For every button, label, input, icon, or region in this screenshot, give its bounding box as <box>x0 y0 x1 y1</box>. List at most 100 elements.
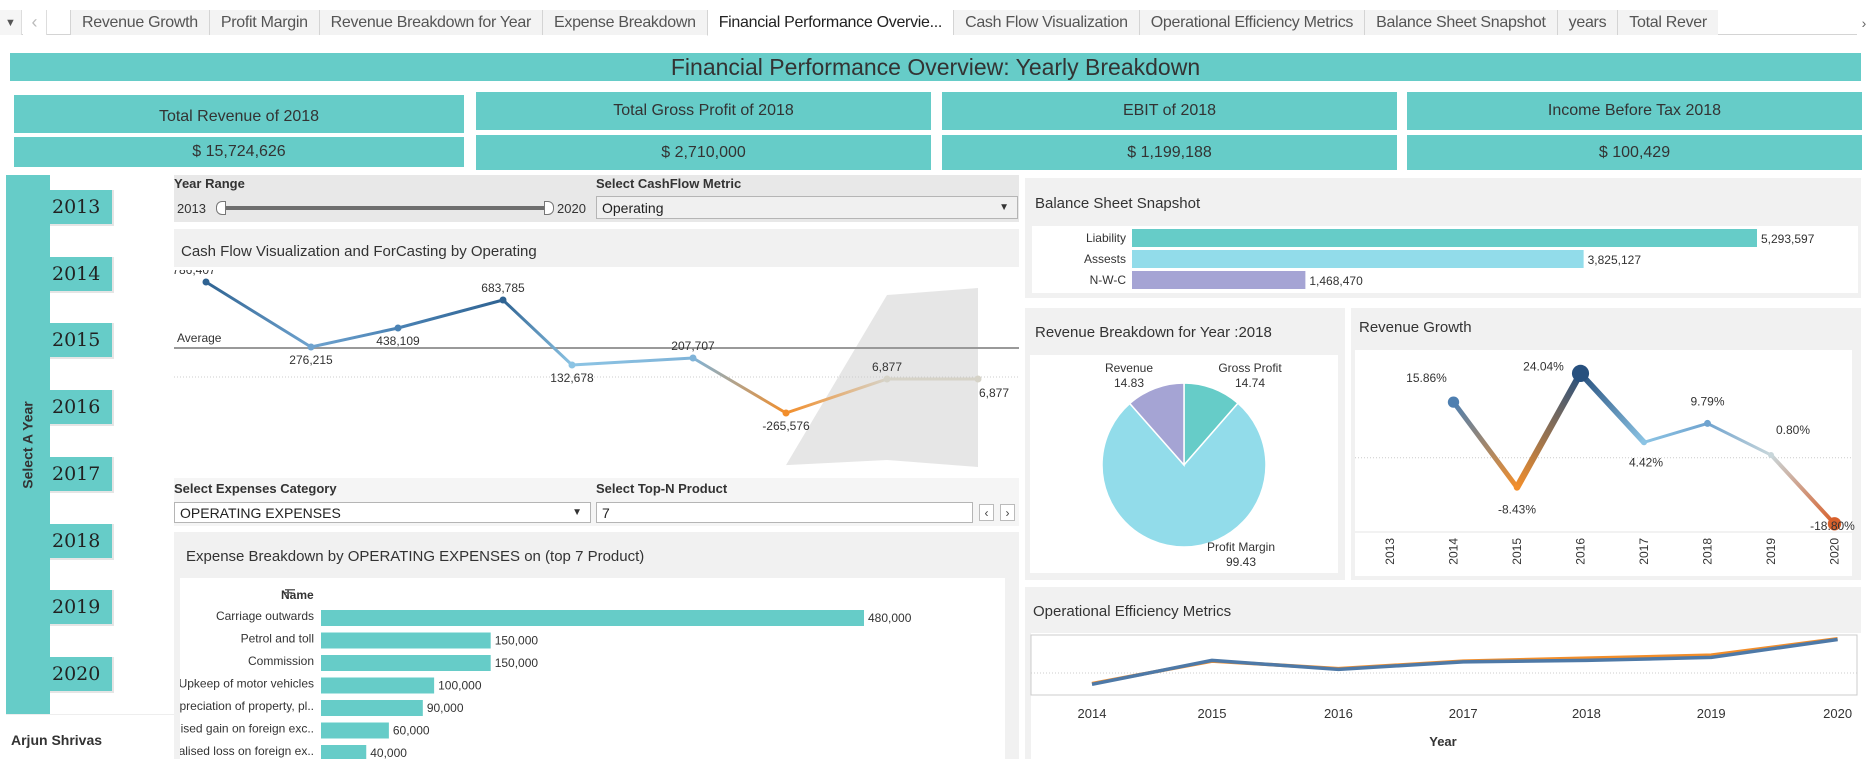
expense-value-label: 100,000 <box>438 679 482 693</box>
cashflow-data-label: 6,877 <box>979 386 1009 400</box>
triangle-down-icon: ▼ <box>5 16 16 29</box>
revenue-growth-title: Revenue Growth <box>1359 319 1472 336</box>
divider <box>6 714 174 715</box>
pie-label-name: Revenue <box>1105 361 1153 375</box>
chevron-left-icon: ‹ <box>984 505 989 520</box>
expense-bar <box>321 722 389 739</box>
balance-category-label: Assests <box>1084 252 1126 266</box>
cashflow-data-label: 132,678 <box>550 371 594 385</box>
tab-balance-sheet-snapshot[interactable]: Balance Sheet Snapshot <box>1364 10 1557 35</box>
expense-chart-title: Expense Breakdown by OPERATING EXPENSES … <box>186 548 645 565</box>
expense-category-label: Petrol and toll <box>241 632 314 646</box>
sort-icon <box>285 592 292 594</box>
tab-years[interactable]: years <box>1556 10 1618 35</box>
cashflow-point <box>202 278 210 286</box>
pie-label-name: Gross Profit <box>1218 361 1282 375</box>
expenses-category-label: Select Expenses Category <box>174 481 337 496</box>
cashflow-metric-label: Select CashFlow Metric <box>596 176 742 191</box>
year-button-2016[interactable]: 2016 <box>50 390 114 426</box>
year-range-min: 2013 <box>177 201 206 216</box>
expenses-category-dropdown[interactable]: OPERATING EXPENSES ▼ <box>174 502 591 523</box>
tab-operational-efficiency-metrics[interactable]: Operational Efficiency Metrics <box>1138 10 1365 35</box>
expense-bar <box>321 677 435 694</box>
year-button-2017[interactable]: 2017 <box>50 457 114 493</box>
top-n-increment-button[interactable]: › <box>1000 504 1015 521</box>
balance-value-label: 1,468,470 <box>1309 274 1363 288</box>
balance-value-label: 5,293,597 <box>1761 232 1815 246</box>
pie-label-value: 14.83 <box>1114 376 1144 390</box>
balance-bar <box>1132 250 1584 268</box>
growth-point <box>1571 364 1590 382</box>
expense-value-label: 60,000 <box>393 724 430 738</box>
expense-value-label: 150,000 <box>495 656 539 670</box>
tab-revenue-growth[interactable]: Revenue Growth <box>70 10 209 35</box>
year-button-2020[interactable]: 2020 <box>50 657 114 693</box>
opex-x-tick: 2017 <box>1449 706 1478 721</box>
growth-data-label: 9.79% <box>1690 394 1724 408</box>
year-button-2013[interactable]: 2013 <box>50 190 114 226</box>
tab-expense-breakdown[interactable]: Expense Breakdown <box>542 10 707 35</box>
growth-point <box>1704 419 1711 427</box>
tabs-prev-button[interactable]: ‹ <box>23 10 47 35</box>
growth-data-label: -18.80% <box>1810 519 1855 533</box>
cashflow-chart-title: Cash Flow Visualization and ForCasting b… <box>181 243 537 260</box>
pie-label-value: 14.74 <box>1235 376 1265 390</box>
cashflow-point <box>974 375 982 383</box>
cashflow-data-label: 207,707 <box>671 339 715 353</box>
year-button-2014[interactable]: 2014 <box>50 257 114 293</box>
expense-category-label: Upkeep of motor vehicles <box>180 677 314 691</box>
year-range-max: 2020 <box>557 201 586 216</box>
kpi-ebit-value: $ 1,199,188 <box>942 135 1397 170</box>
balance-bar <box>1132 229 1757 247</box>
expense-category-label: Realised gain on foreign exc.. <box>180 722 314 736</box>
year-range-slider[interactable] <box>222 206 550 210</box>
expense-bar <box>321 655 491 671</box>
tabs-menu-button[interactable]: ▼ <box>0 10 22 35</box>
tab-financial-performance-overvie[interactable]: Financial Performance Overvie... <box>706 10 954 36</box>
tab-total-rever[interactable]: Total Rever <box>1617 10 1718 35</box>
year-range-max-handle[interactable] <box>544 201 554 215</box>
tab-cash-flow-visualization[interactable]: Cash Flow Visualization <box>953 10 1139 35</box>
revenue-breakdown-title: Revenue Breakdown for Year :2018 <box>1035 324 1272 341</box>
opex-x-tick: 2019 <box>1697 706 1726 721</box>
cashflow-data-label: 276,215 <box>289 353 333 367</box>
cashflow-metric-value: Operating <box>602 199 664 216</box>
kpi-income-before-tax-value: $ 100,429 <box>1407 135 1862 170</box>
top-n-input[interactable]: 7 <box>596 502 973 523</box>
year-button-2015[interactable]: 2015 <box>50 323 114 359</box>
growth-x-tick: 2020 <box>1828 538 1842 565</box>
balance-chart-title: Balance Sheet Snapshot <box>1035 195 1201 212</box>
year-range-min-handle[interactable] <box>216 201 226 215</box>
growth-x-tick: 2015 <box>1510 538 1524 565</box>
growth-data-label: 15.86% <box>1406 371 1447 385</box>
year-button-2018[interactable]: 2018 <box>50 524 114 560</box>
year-selector-text: Select A Year <box>20 400 36 489</box>
expense-category-label: Depreciation of property, pl.. <box>180 699 314 713</box>
kpi-gross-profit-value: $ 2,710,000 <box>476 135 931 170</box>
year-button-2019[interactable]: 2019 <box>50 590 114 626</box>
opex-x-axis-label: Year <box>1429 734 1456 749</box>
tab-revenue-breakdown-for-year[interactable]: Revenue Breakdown for Year <box>318 10 543 35</box>
expense-value-label: 90,000 <box>427 701 464 715</box>
sheet-tabs: Revenue Growth Profit Margin Revenue Break… <box>70 10 1718 36</box>
tab-profit-margin[interactable]: Profit Margin <box>208 10 319 35</box>
growth-point <box>1768 451 1774 458</box>
cashflow-point <box>307 343 315 351</box>
growth-x-tick: 2014 <box>1447 538 1461 565</box>
cashflow-metric-dropdown[interactable]: Operating ▼ <box>596 196 1018 219</box>
cashflow-point <box>689 354 697 362</box>
pie-label-value: 99.43 <box>1226 555 1256 569</box>
tabs-next-button[interactable]: › <box>1857 10 1871 35</box>
growth-data-label: 4.42% <box>1629 455 1663 469</box>
top-n-decrement-button[interactable]: ‹ <box>979 504 994 521</box>
growth-data-label: 0.80% <box>1776 423 1810 437</box>
balance-chart: Liability 5,293,597 Assests 3,825,127 N-W-C 1… <box>1032 226 1858 293</box>
average-label: Average <box>177 331 222 345</box>
opex-x-tick: 2015 <box>1198 706 1227 721</box>
operational-efficiency-title: Operational Efficiency Metrics <box>1033 603 1232 620</box>
author-name: Arjun Shrivas <box>11 732 103 748</box>
growth-data-label: -8.43% <box>1498 502 1536 516</box>
growth-point <box>1641 439 1647 446</box>
cashflow-data-label: 438,109 <box>376 334 420 348</box>
expense-bar <box>321 700 423 716</box>
